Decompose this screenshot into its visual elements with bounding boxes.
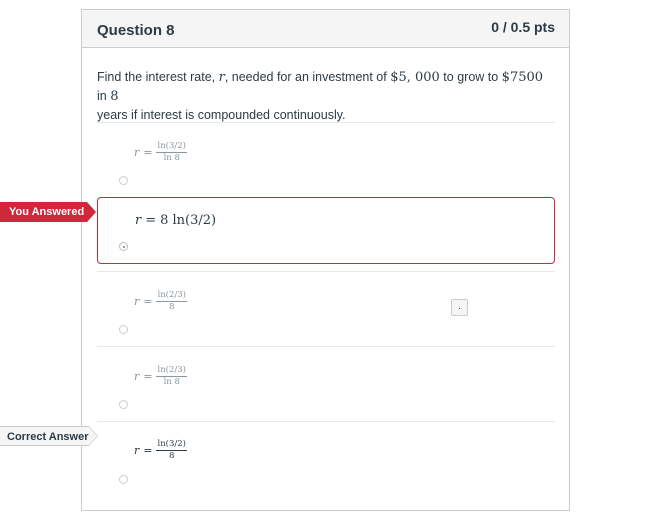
fraction-denominator: 8	[169, 451, 175, 461]
fraction-numerator: ln(3/2)	[156, 439, 187, 451]
answer-var: r	[134, 146, 140, 159]
answer-divider	[97, 421, 555, 422]
answer-eq: =	[145, 213, 157, 228]
selected-answer-box	[97, 197, 555, 264]
answer-var: r	[135, 213, 142, 228]
answer-eq: =	[143, 444, 153, 457]
correct-answer-flag: Correct Answer	[0, 426, 98, 446]
answer-option-1-radio[interactable]	[119, 176, 128, 185]
answer-fraction: ln(2/3) 8	[156, 290, 187, 313]
comment-button[interactable]: .	[451, 299, 468, 316]
answer-eq: =	[143, 146, 153, 159]
question-text-part: in	[97, 89, 111, 103]
question-points: 0 / 0.5 pts	[491, 19, 555, 35]
answer-fraction: ln(2/3) ln 8	[156, 365, 187, 388]
answer-option-2-radio[interactable]	[119, 242, 128, 251]
question-text-part: to grow to	[439, 70, 502, 84]
answer-option-4-radio[interactable]	[119, 400, 128, 409]
answer-var: r	[134, 444, 140, 457]
question-text-part: years if interest is compounded continuo…	[97, 108, 346, 122]
fraction-numerator: ln(2/3)	[156, 365, 187, 377]
question-title: Question 8	[97, 22, 175, 39]
fraction-denominator: ln 8	[163, 377, 180, 387]
question-header: Question 8 0 / 0.5 pts	[82, 10, 569, 48]
fraction-denominator: 8	[169, 302, 175, 312]
answer-option-3-math: r = ln(2/3) 8	[134, 290, 187, 313]
fraction-numerator: ln(3/2)	[156, 141, 187, 153]
investment-amount: $5, 000	[390, 70, 440, 85]
answer-expression: 8 ln(3/2)	[160, 213, 217, 228]
answer-option-3-radio[interactable]	[119, 325, 128, 334]
you-answered-flag: You Answered	[0, 202, 96, 222]
answer-divider	[97, 122, 555, 123]
years-value: 8	[110, 89, 119, 104]
answer-option-2-math: r = 8 ln(3/2)	[135, 213, 216, 228]
answer-option-5-radio[interactable]	[119, 475, 128, 484]
target-amount: $7500	[501, 70, 544, 85]
answer-option-1-math: r = ln(3/2) ln 8	[134, 141, 187, 164]
question-text-part: , needed for an investment of	[224, 70, 391, 84]
answer-divider	[97, 271, 555, 272]
answer-eq: =	[143, 295, 153, 308]
fraction-denominator: ln 8	[163, 153, 180, 163]
fraction-numerator: ln(2/3)	[156, 290, 187, 302]
question-text-part: Find the interest rate,	[97, 70, 219, 84]
answer-fraction: ln(3/2) 8	[156, 439, 187, 462]
answer-fraction: ln(3/2) ln 8	[156, 141, 187, 164]
answer-option-4-math: r = ln(2/3) ln 8	[134, 365, 187, 388]
question-text: Find the interest rate, r, needed for an…	[97, 68, 552, 125]
answer-divider	[97, 346, 555, 347]
answer-option-5-math: r = ln(3/2) 8	[134, 439, 187, 462]
answer-var: r	[134, 370, 140, 383]
answer-eq: =	[143, 370, 153, 383]
answer-var: r	[134, 295, 140, 308]
